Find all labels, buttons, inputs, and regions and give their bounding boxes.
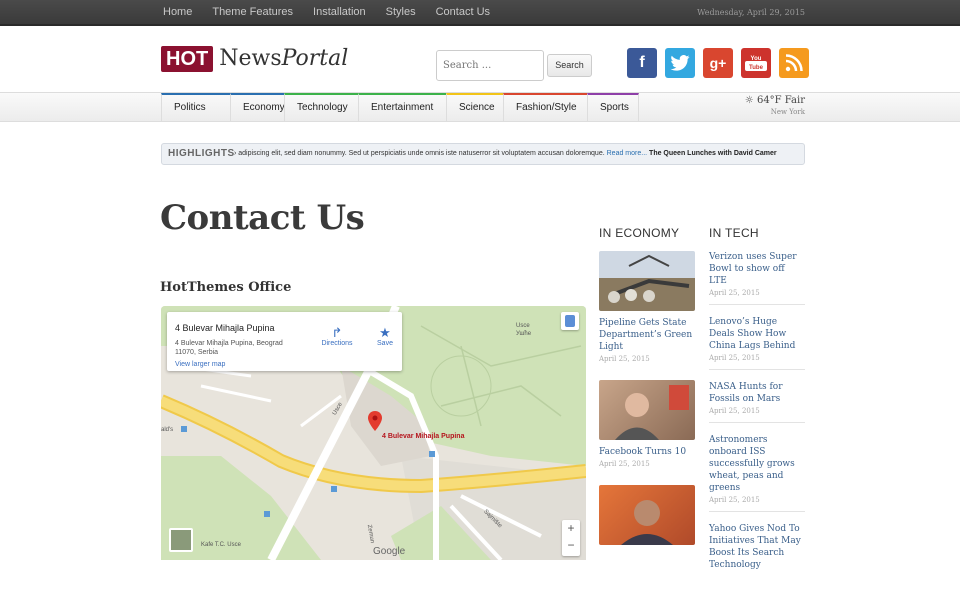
tech-article[interactable]: Yahoo Gives Nod To Initiatives That May … bbox=[709, 523, 805, 578]
nav-science[interactable]: Science bbox=[446, 93, 503, 121]
google-logo: Google bbox=[373, 546, 406, 557]
nav-fashion-style[interactable]: Fashion/Style bbox=[503, 93, 587, 121]
tech-article-title[interactable]: NASA Hunts for Fossils on Mars bbox=[709, 381, 805, 405]
nav-economy[interactable]: Economy bbox=[230, 93, 285, 121]
youtube-icon[interactable]: You Tube bbox=[741, 48, 771, 78]
logo-portal: Portal bbox=[281, 46, 349, 71]
top-bar: Home Theme Features Installation Styles … bbox=[0, 0, 960, 26]
main-nav: Politics Economy Technology Entertainmen… bbox=[0, 92, 960, 122]
logo-news: News bbox=[219, 46, 282, 71]
sun-icon: ☼ bbox=[744, 95, 757, 106]
social-icons: f g+ You Tube bbox=[627, 48, 809, 78]
tech-article-date: April 25, 2015 bbox=[709, 289, 760, 297]
office-heading: HotThemes Office bbox=[160, 280, 292, 295]
map-card-title: 4 Bulevar Mihajla Pupina bbox=[175, 323, 275, 333]
map-zoom-control: + − bbox=[562, 520, 580, 556]
search-input[interactable] bbox=[436, 50, 544, 81]
tech-article[interactable]: NASA Hunts for Fossils on Mars April 25,… bbox=[709, 381, 805, 423]
nav-sports[interactable]: Sports bbox=[587, 93, 639, 121]
tech-article-date: April 25, 2015 bbox=[709, 496, 760, 504]
tech-article-title[interactable]: Lenovo’s Huge Deals Show How China Lags … bbox=[709, 316, 805, 352]
economy-heading: IN ECONOMY bbox=[599, 226, 680, 240]
logo-hot: HOT bbox=[161, 46, 214, 72]
map-label-alds: ald's bbox=[161, 427, 174, 433]
map-marker-label: 4 Bulevar Mihajla Pupina bbox=[382, 433, 465, 440]
directions-button[interactable]: ↱ Directions bbox=[319, 325, 355, 348]
top-nav-installation[interactable]: Installation bbox=[313, 0, 366, 24]
tech-article-title[interactable]: Verizon uses Super Bowl to show off LTE bbox=[709, 251, 805, 287]
top-nav: Home Theme Features Installation Styles … bbox=[163, 0, 510, 24]
tech-article[interactable]: Astronomers onboard ISS successfully gro… bbox=[709, 434, 805, 512]
economy-article-image[interactable] bbox=[599, 380, 695, 440]
search-button[interactable]: Search bbox=[547, 54, 592, 77]
tech-article-title[interactable]: Astronomers onboard ISS successfully gro… bbox=[709, 434, 805, 494]
economy-article[interactable]: Pipeline Gets State Department’s Green L… bbox=[599, 251, 695, 363]
economy-article-title[interactable]: Pipeline Gets State Department’s Green L… bbox=[599, 317, 695, 353]
svg-text:You: You bbox=[751, 56, 762, 62]
economy-article-date: April 25, 2015 bbox=[599, 355, 650, 363]
weather-widget: ☼ 64°F Fair New York bbox=[745, 95, 805, 116]
nav-politics[interactable]: Politics bbox=[161, 93, 230, 121]
highlights-text: › adipiscing elit, sed diam nonummy. Sed… bbox=[234, 144, 777, 164]
weather-temp: 64°F Fair bbox=[756, 95, 805, 106]
site-header: HOT News Portal Search f g+ You Tube bbox=[0, 26, 960, 92]
google-map[interactable]: 4 Bulevar Mihajla Pupina 4 Bulevar Mihaj… bbox=[161, 306, 586, 560]
street-view-pegman[interactable] bbox=[561, 312, 579, 330]
economy-article-title[interactable]: Facebook Turns 10 bbox=[599, 446, 695, 458]
top-nav-contact-us[interactable]: Contact Us bbox=[436, 0, 490, 24]
tech-article[interactable]: Verizon uses Super Bowl to show off LTE … bbox=[709, 251, 805, 305]
twitter-icon[interactable] bbox=[665, 48, 695, 78]
rss-icon[interactable] bbox=[779, 48, 809, 78]
map-info-card: 4 Bulevar Mihajla Pupina 4 Bulevar Mihaj… bbox=[167, 312, 402, 371]
top-nav-theme-features[interactable]: Theme Features bbox=[212, 0, 293, 24]
google-plus-icon[interactable]: g+ bbox=[703, 48, 733, 78]
tech-article-date: April 25, 2015 bbox=[709, 354, 760, 362]
current-date: Wednesday, April 29, 2015 bbox=[697, 8, 805, 17]
save-button[interactable]: ★ Save bbox=[370, 325, 400, 348]
zoom-out-button[interactable]: − bbox=[562, 537, 580, 554]
read-more-link[interactable]: Read more... bbox=[607, 150, 647, 157]
nav-entertainment[interactable]: Entertainment bbox=[358, 93, 446, 121]
facebook-icon[interactable]: f bbox=[627, 48, 657, 78]
economy-article-image[interactable] bbox=[599, 251, 695, 311]
site-logo[interactable]: HOT News Portal bbox=[161, 46, 348, 72]
map-card-address: 4 Bulevar Mihajla Pupina, Beograd 11070,… bbox=[175, 340, 283, 356]
nav-technology[interactable]: Technology bbox=[284, 93, 358, 121]
economy-column: IN ECONOMY Pipeline Gets State Departmen… bbox=[599, 226, 695, 545]
map-marker-icon[interactable] bbox=[368, 411, 382, 431]
map-label-usce-cyrillic: Ушће bbox=[516, 331, 532, 337]
economy-article-date: April 25, 2015 bbox=[599, 460, 650, 468]
map-label-usce: Usce bbox=[516, 323, 530, 329]
tech-article-title[interactable]: Yahoo Gives Nod To Initiatives That May … bbox=[709, 523, 805, 571]
top-nav-styles[interactable]: Styles bbox=[386, 0, 416, 24]
economy-article-image[interactable] bbox=[599, 485, 695, 545]
weather-city: New York bbox=[770, 108, 805, 116]
map-satellite-toggle[interactable] bbox=[169, 528, 193, 552]
top-nav-home[interactable]: Home bbox=[163, 0, 192, 24]
tech-article-date: April 25, 2015 bbox=[709, 407, 760, 415]
star-icon: ★ bbox=[379, 325, 391, 340]
directions-icon: ↱ bbox=[331, 325, 343, 340]
economy-article[interactable] bbox=[599, 485, 695, 545]
tech-heading: IN TECH bbox=[709, 226, 759, 240]
view-larger-map-link[interactable]: View larger map bbox=[175, 361, 225, 368]
highlights-excerpt: › adipiscing elit, sed diam nonummy. Sed… bbox=[234, 150, 605, 157]
highlights-ticker: HIGHLIGHTS › adipiscing elit, sed diam n… bbox=[161, 143, 805, 165]
page-title: Contact Us bbox=[160, 198, 365, 238]
zoom-in-button[interactable]: + bbox=[562, 520, 580, 537]
tech-article[interactable]: Lenovo’s Huge Deals Show How China Lags … bbox=[709, 316, 805, 370]
tech-column: IN TECH Verizon uses Super Bowl to show … bbox=[709, 226, 805, 589]
highlights-next-title[interactable]: The Queen Lunches with David Camer bbox=[649, 150, 777, 157]
highlights-label: HIGHLIGHTS bbox=[168, 148, 235, 159]
map-label-kafe: Kafe T.C. Usce bbox=[201, 542, 241, 548]
svg-text:Tube: Tube bbox=[749, 65, 764, 71]
economy-article[interactable]: Facebook Turns 10 April 25, 2015 bbox=[599, 380, 695, 468]
